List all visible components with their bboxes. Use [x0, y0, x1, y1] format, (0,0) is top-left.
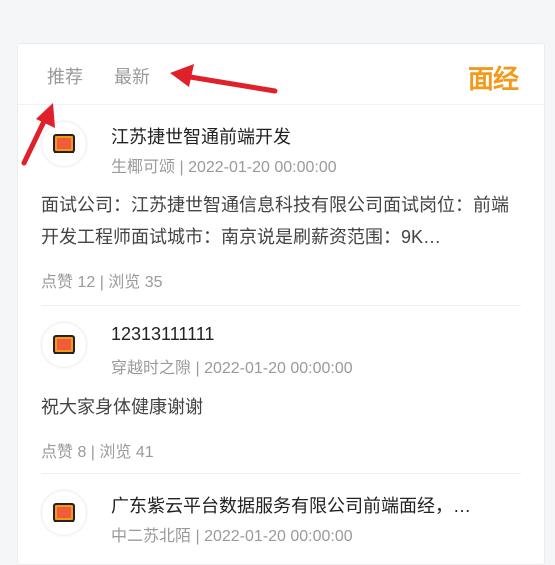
avatar [41, 490, 87, 536]
tab-recommended[interactable]: 推荐 [47, 63, 83, 89]
post-content[interactable]: 面试公司：江苏捷世智通信息科技有限公司面试岗位：前端开发工程师面试城市：南京说是… [41, 189, 519, 253]
post-meta: 生椰可颂 | 2022-01-20 00:00:00 [111, 153, 337, 177]
author-name[interactable]: 生椰可颂 [111, 159, 175, 176]
tab-latest[interactable]: 最新 [114, 63, 150, 89]
post-title[interactable]: 广东紫云平台数据服务有限公司前端面经，… [111, 492, 521, 518]
avatar [41, 121, 87, 167]
feed-card: 推荐 最新 面经 江苏捷世智通前端开发 生椰可颂 | 2022-01-20 00… [17, 43, 545, 565]
post-stats: 点赞 8 | 浏览 41 [41, 444, 154, 461]
post-date: 2022-01-20 00:00:00 [204, 360, 353, 377]
meta-separator: | [195, 360, 205, 377]
meta-separator: | [195, 528, 205, 545]
post-item[interactable]: 广东紫云平台数据服务有限公司前端面经，… 中二苏北陌 | 2022-01-20 … [41, 490, 521, 564]
post-meta: 穿越时之隙 | 2022-01-20 00:00:00 [111, 354, 353, 378]
post-item[interactable]: 江苏捷世智通前端开发 生椰可颂 | 2022-01-20 00:00:00 面试… [41, 121, 521, 306]
post-meta: 中二苏北陌 | 2022-01-20 00:00:00 [111, 522, 353, 546]
post-content[interactable]: 祝大家身体健康谢谢 [41, 391, 519, 423]
author-name[interactable]: 穿越时之隙 [111, 360, 191, 377]
post-item[interactable]: 12313111111 穿越时之隙 | 2022-01-20 00:00:00 … [41, 322, 521, 474]
avatar [41, 322, 87, 368]
post-stats: 点赞 12 | 浏览 35 [41, 274, 163, 291]
post-title[interactable]: 江苏捷世智通前端开发 [111, 123, 521, 149]
meta-separator: | [179, 159, 189, 176]
book-icon [53, 335, 75, 354]
interview-logo: 面经 [467, 64, 519, 94]
book-icon [53, 503, 75, 522]
post-date: 2022-01-20 00:00:00 [188, 159, 337, 176]
post-title[interactable]: 12313111111 [111, 324, 521, 345]
book-icon [53, 134, 75, 153]
tab-bar: 推荐 最新 面经 [18, 44, 544, 105]
author-name[interactable]: 中二苏北陌 [111, 528, 191, 545]
post-date: 2022-01-20 00:00:00 [204, 528, 353, 545]
